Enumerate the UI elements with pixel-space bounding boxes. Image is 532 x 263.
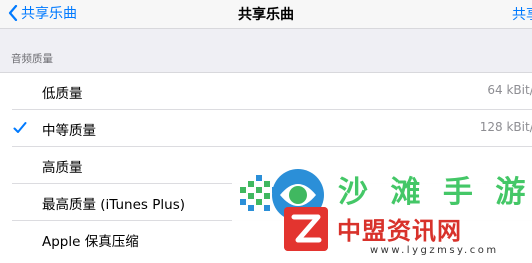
option-label: Apple 保真压缩 xyxy=(42,234,139,250)
navigation-bar: 共享乐曲 共享乐曲 共享 xyxy=(0,0,532,29)
option-label: 中等质量 xyxy=(42,123,96,139)
watermark-url: www.lygzmsy.com xyxy=(370,245,499,256)
watermark-z-logo-icon xyxy=(284,207,328,251)
option-bitrate: 128 kBit/s xyxy=(479,120,532,134)
option-row-low[interactable]: 低质量 64 kBit/s xyxy=(0,73,532,110)
checkmark-icon xyxy=(13,122,27,133)
option-row-medium[interactable]: 中等质量 128 kBit/s xyxy=(0,110,532,147)
watermark-red-text: 中盟资讯网 xyxy=(337,217,462,245)
section-header-audio-quality: 音频质量 xyxy=(11,53,53,65)
option-label: 低质量 xyxy=(42,86,83,102)
option-bitrate: 64 kBit/s xyxy=(487,83,532,97)
page-title: 共享乐曲 xyxy=(238,7,294,23)
watermark-overlay: 沙 滩 手 游 中盟资讯网 www.lygzmsy.com xyxy=(232,153,532,262)
option-label: 高质量 xyxy=(42,160,83,176)
watermark-green-text: 沙 滩 手 游 xyxy=(338,175,532,210)
share-button[interactable]: 共享 xyxy=(512,4,532,24)
option-label: 最高质量 (iTunes Plus) xyxy=(42,197,185,213)
